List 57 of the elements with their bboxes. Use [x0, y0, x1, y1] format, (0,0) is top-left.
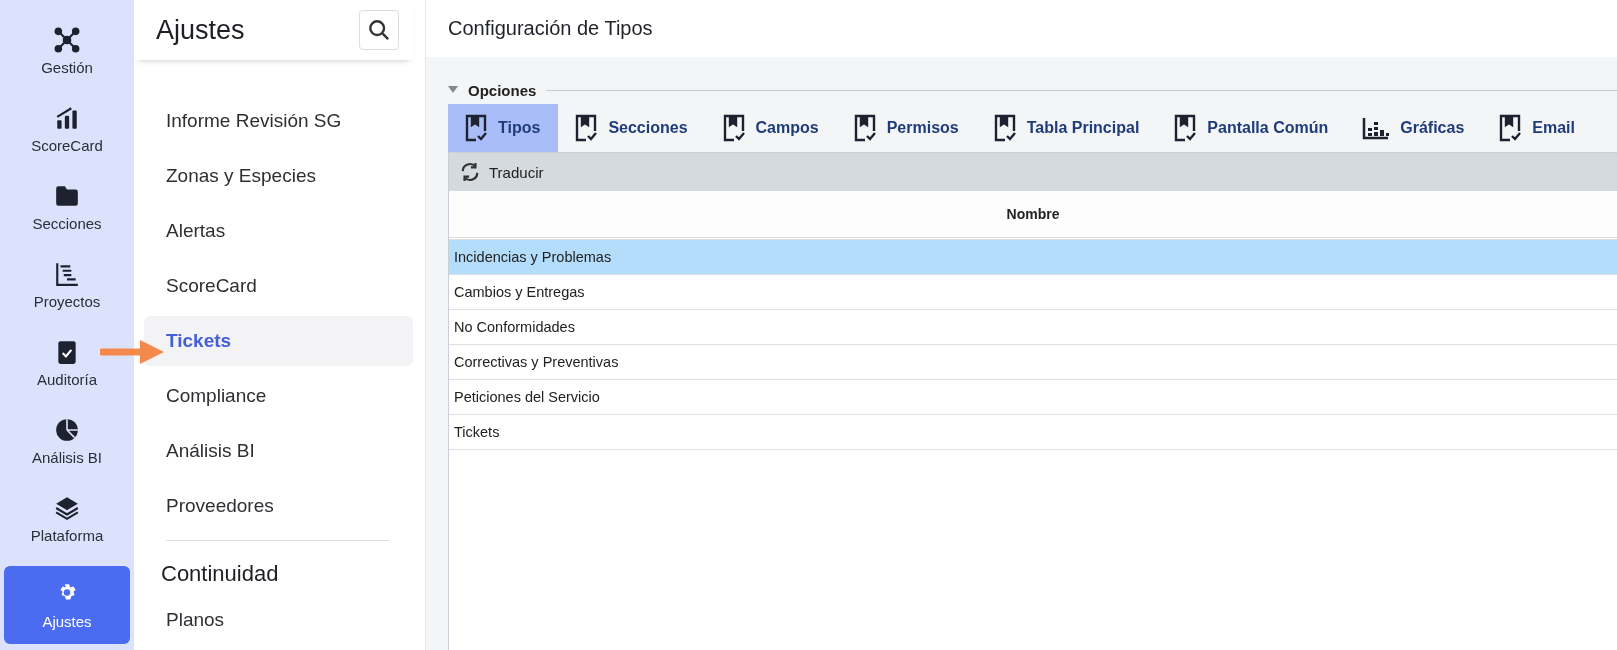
document-check-icon — [1173, 114, 1198, 142]
nav-item[interactable]: Proyectos — [4, 248, 130, 322]
nav-label: Ajustes — [42, 612, 92, 630]
search-button[interactable] — [359, 10, 399, 50]
document-check-icon — [852, 114, 877, 142]
arrow-icon — [100, 338, 166, 366]
nav-item[interactable]: Plataforma — [4, 482, 130, 556]
settings-item[interactable]: ScoreCard — [144, 261, 413, 311]
tab[interactable]: Tabla Principal — [976, 104, 1158, 152]
tab[interactable]: Gráficas — [1346, 104, 1483, 152]
table-row[interactable]: Incidencias y Problemas — [449, 240, 1617, 275]
tab[interactable]: Campos — [705, 104, 837, 152]
section-heading: Continuidad — [160, 560, 280, 588]
tab[interactable]: Tipos — [448, 104, 559, 152]
nav-item[interactable]: ScoreCard — [4, 92, 130, 166]
nav-label: Secciones — [32, 214, 102, 232]
tab[interactable]: Secciones — [558, 104, 706, 152]
tab[interactable]: Email — [1482, 104, 1593, 152]
settings-item[interactable]: Alertas — [144, 206, 413, 256]
document-check-icon — [464, 114, 488, 142]
settings-item[interactable]: Proveedores — [144, 481, 413, 531]
settings-item[interactable]: Zonas y Especies — [144, 151, 413, 201]
pie-chart-icon — [54, 416, 80, 443]
translate-button[interactable]: Traducir — [459, 162, 544, 182]
settings-item[interactable]: Informe Revisión SG — [144, 96, 413, 146]
nav-label: Análisis BI — [32, 448, 102, 466]
settings-item[interactable]: Compliance — [144, 371, 413, 421]
refresh-icon — [459, 162, 481, 182]
nav-item[interactable]: Análisis BI — [4, 404, 130, 478]
search-icon — [368, 19, 390, 41]
document-check-icon — [721, 114, 746, 142]
panel-title: Ajustes — [156, 14, 245, 46]
nav-item[interactable]: Ajustes — [4, 566, 130, 644]
settings-item[interactable]: Tickets — [144, 316, 413, 366]
settings-item[interactable]: Análisis BI — [144, 426, 413, 476]
nav-label: ScoreCard — [31, 136, 103, 154]
nav-label: Gestión — [41, 58, 93, 76]
network-icon — [54, 26, 80, 53]
bar-chart-icon — [1362, 116, 1391, 140]
document-check-icon — [992, 114, 1017, 142]
nav-label: Auditoría — [36, 370, 97, 388]
nav-item[interactable]: Secciones — [4, 170, 130, 244]
page-title: Configuración de Tipos — [448, 17, 653, 40]
nav-item[interactable]: Gestión — [4, 14, 130, 88]
tab[interactable]: Permisos — [836, 104, 977, 152]
group-label: Opciones — [468, 81, 537, 99]
document-check-icon — [574, 114, 599, 142]
tab[interactable]: Pantalla Común — [1157, 104, 1347, 152]
caret-icon[interactable] — [448, 86, 458, 94]
document-check-icon — [1498, 114, 1523, 142]
settings-item[interactable]: Planos — [144, 595, 413, 645]
nav-label: Proyectos — [33, 292, 101, 310]
nav-label: Plataforma — [30, 526, 104, 544]
layers-icon — [54, 494, 80, 521]
nav-item[interactable]: Auditoría — [4, 326, 130, 400]
bar-chart-icon — [54, 104, 80, 131]
gantt-icon — [54, 260, 80, 287]
